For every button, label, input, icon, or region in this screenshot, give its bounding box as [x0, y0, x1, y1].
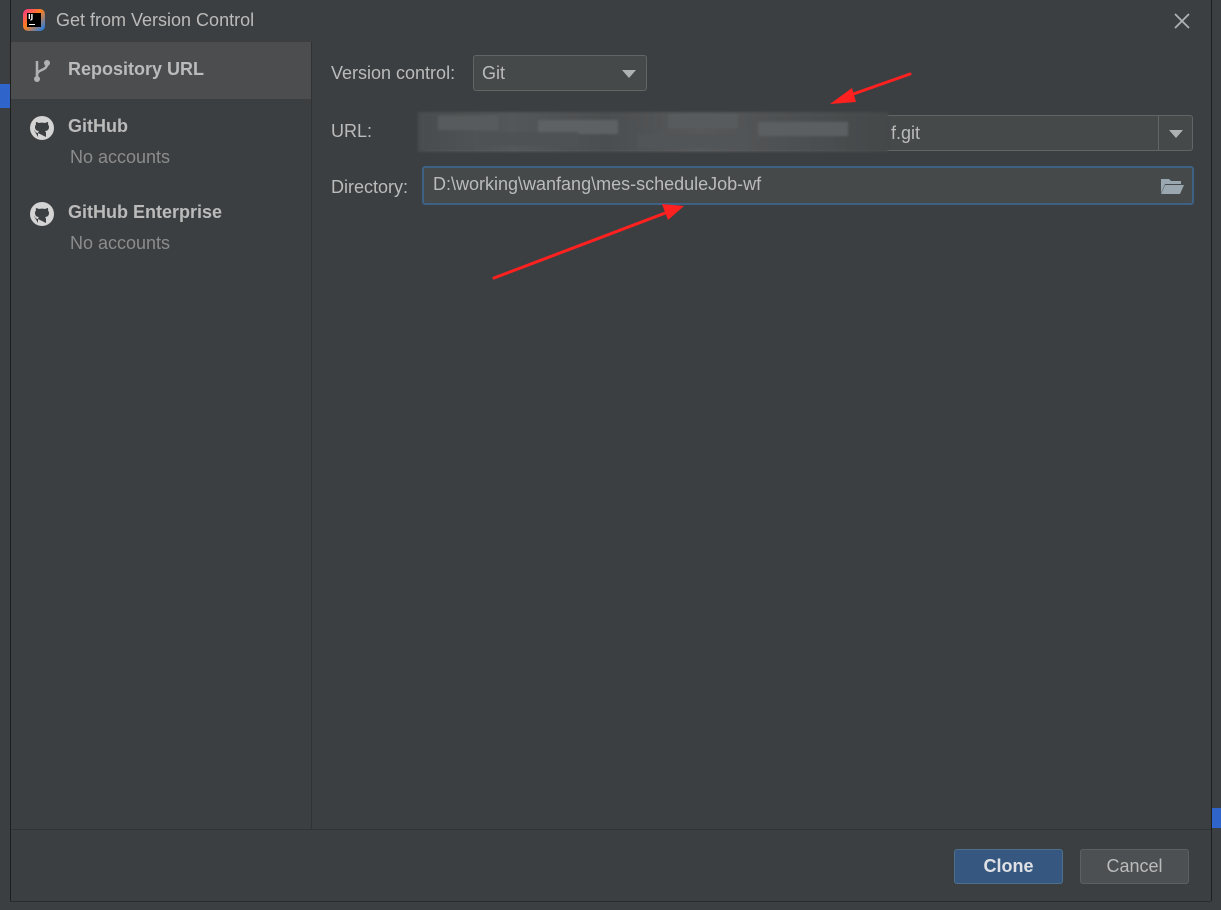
background-selection-marker: [0, 84, 10, 108]
sidebar-item-github[interactable]: GitHub No accounts: [11, 99, 311, 185]
directory-value: D:\working\wanfang\mes-scheduleJob-wf: [433, 174, 762, 194]
url-label: URL:: [331, 121, 373, 141]
version-control-label: Version control:: [331, 63, 456, 83]
intellij-app-icon: IJ: [23, 9, 45, 31]
cancel-button[interactable]: Cancel: [1080, 849, 1189, 884]
github-icon: [30, 202, 54, 226]
url-value: f.git: [891, 123, 921, 143]
url-input[interactable]: f.git: [418, 112, 1193, 152]
background-ide-left: [0, 0, 10, 910]
background-selection-marker: [1211, 808, 1221, 828]
sidebar-item-label: Repository URL: [68, 59, 205, 79]
sidebar-item-github-enterprise[interactable]: GitHub Enterprise No accounts: [11, 185, 311, 271]
version-control-value: Git: [482, 63, 506, 83]
chevron-down-icon[interactable]: [1169, 130, 1183, 138]
dialog-footer: Clone Cancel: [11, 829, 1211, 901]
directory-input[interactable]: D:\working\wanfang\mes-scheduleJob-wf: [422, 166, 1194, 205]
close-button[interactable]: [1169, 8, 1195, 34]
sidebar-item-sublabel: No accounts: [70, 233, 171, 253]
version-control-select[interactable]: Git: [473, 55, 647, 91]
clone-button[interactable]: Clone: [954, 849, 1063, 884]
get-from-vcs-dialog: IJ Get from Version Control Repository U…: [11, 0, 1211, 901]
folder-open-icon[interactable]: [1160, 177, 1184, 195]
directory-label: Directory:: [331, 177, 409, 197]
chevron-down-icon: [622, 70, 636, 78]
url-dropdown-divider: [1158, 116, 1159, 150]
sidebar-item-label: GitHub: [68, 116, 128, 136]
window-title: Get from Version Control: [56, 10, 255, 30]
background-ide-statusbar: [0, 902, 1221, 910]
vcs-source-sidebar: Repository URL GitHub No accounts GitHub…: [11, 42, 312, 829]
repository-url-panel: Version control: Git URL: f.git Director…: [312, 42, 1211, 829]
url-redaction-blur: [418, 112, 888, 152]
sidebar-item-label: GitHub Enterprise: [68, 202, 223, 222]
background-ide-right: [1211, 0, 1221, 910]
sidebar-item-repository-url[interactable]: Repository URL: [11, 42, 311, 99]
sidebar-item-sublabel: No accounts: [70, 147, 171, 167]
title-bar: IJ Get from Version Control: [11, 0, 1211, 42]
github-icon: [30, 116, 54, 140]
git-branch-icon: [34, 60, 50, 82]
close-icon: [1174, 13, 1190, 29]
